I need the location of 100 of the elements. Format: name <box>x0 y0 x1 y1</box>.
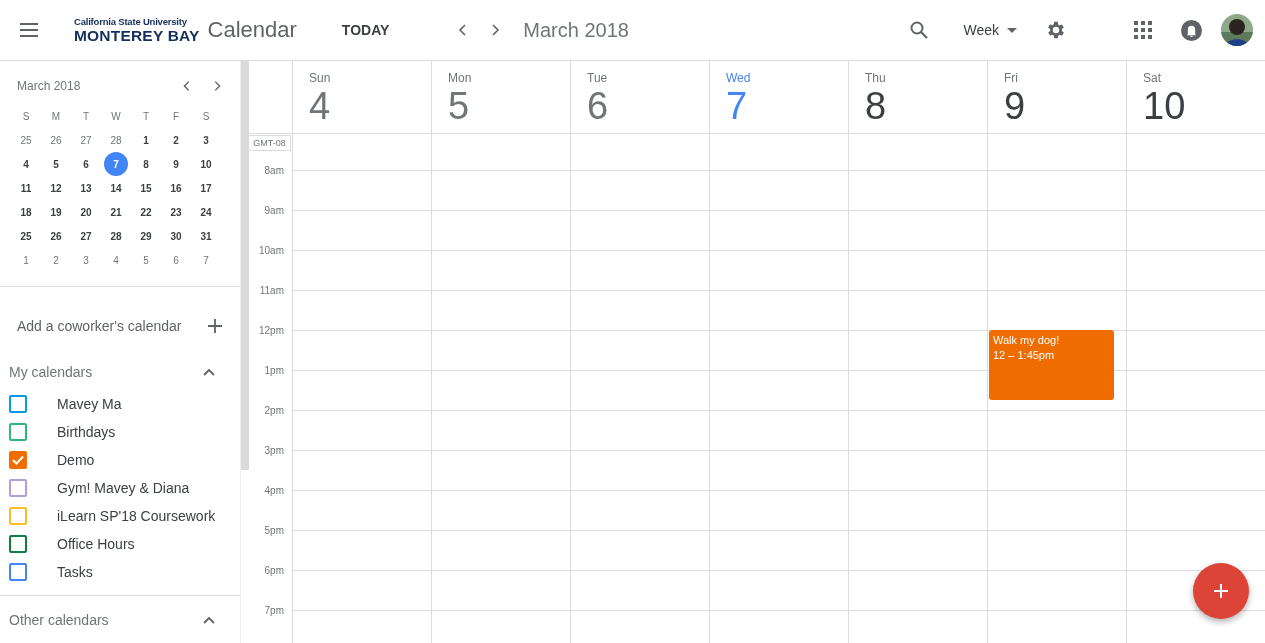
hour-label: 7pm <box>264 604 284 616</box>
hour-label: 2pm <box>264 404 284 416</box>
checkbox[interactable] <box>9 479 27 497</box>
day-number[interactable]: 4 <box>309 87 331 125</box>
mini-calendar-day[interactable]: 17 <box>194 176 218 200</box>
mini-calendar-day[interactable]: 27 <box>74 224 98 248</box>
mini-calendar-day[interactable]: 21 <box>104 200 128 224</box>
day-number[interactable]: 9 <box>1004 87 1026 125</box>
mini-calendar-day[interactable]: 7 <box>104 152 128 176</box>
mini-calendar-day[interactable]: 2 <box>164 128 188 152</box>
mini-calendar-day[interactable]: 13 <box>74 176 98 200</box>
checkbox[interactable] <box>9 535 27 553</box>
mini-calendar-day[interactable]: 10 <box>194 152 218 176</box>
hour-label: 11am <box>259 284 284 296</box>
mini-calendar-day[interactable]: 5 <box>44 152 68 176</box>
event-title: Walk my dog! <box>993 333 1061 348</box>
apps-grid-icon[interactable] <box>1134 21 1152 39</box>
mini-calendar-day[interactable]: 27 <box>74 128 98 152</box>
mini-calendar-day[interactable]: 23 <box>164 200 188 224</box>
mini-calendar-day[interactable]: 25 <box>14 224 38 248</box>
mini-calendar-day[interactable]: 3 <box>74 248 98 272</box>
mini-calendar-day[interactable]: 12 <box>44 176 68 200</box>
weekday-name: Thu <box>865 71 886 85</box>
hour-label: 4pm <box>264 484 284 496</box>
mini-calendar-day[interactable]: 19 <box>44 200 68 224</box>
view-dropdown[interactable]: Week <box>963 18 1017 42</box>
mini-calendar-day[interactable]: 28 <box>104 128 128 152</box>
weekday-label: F <box>171 109 181 124</box>
mini-calendar-day[interactable]: 24 <box>194 200 218 224</box>
mini-calendar-day[interactable]: 16 <box>164 176 188 200</box>
weekday-label: M <box>50 109 62 124</box>
mini-calendar-day[interactable]: 31 <box>194 224 218 248</box>
day-number[interactable]: 10 <box>1143 87 1186 125</box>
calendar-name: Birthdays <box>57 424 116 440</box>
mini-calendar-day[interactable]: 7 <box>194 248 218 272</box>
weekday-label: S <box>21 109 31 124</box>
mini-calendar-day[interactable]: 6 <box>164 248 188 272</box>
weekday-name: Fri <box>1004 71 1018 85</box>
checkbox[interactable] <box>9 507 27 525</box>
hour-label: 9am <box>264 204 284 216</box>
calendar-name: Office Hours <box>57 536 135 552</box>
mini-calendar-day[interactable]: 5 <box>134 248 158 272</box>
app-title: Calendar <box>207 17 297 43</box>
mini-calendar-title: March 2018 <box>17 79 82 93</box>
mini-calendar-day[interactable]: 1 <box>134 128 158 152</box>
checkbox[interactable] <box>9 395 27 413</box>
mini-calendar-day[interactable]: 28 <box>104 224 128 248</box>
checkbox[interactable] <box>9 423 27 441</box>
calendar-name: Gym! Mavey & Diana <box>57 480 190 496</box>
mini-calendar-day[interactable]: 4 <box>14 152 38 176</box>
mini-calendar-day[interactable]: 25 <box>14 128 38 152</box>
mini-calendar-day[interactable]: 6 <box>74 152 98 176</box>
mini-calendar-day[interactable]: 1 <box>14 248 38 272</box>
weekday-name: Tue <box>587 71 608 85</box>
checkbox[interactable] <box>9 563 27 581</box>
day-number[interactable]: 6 <box>587 87 609 125</box>
calendar-name: Tasks <box>57 564 93 580</box>
mini-calendar-day[interactable]: 26 <box>44 128 68 152</box>
mini-calendar-day[interactable]: 11 <box>14 176 38 200</box>
weekday-name: Wed <box>726 71 751 85</box>
mini-calendar-day[interactable]: 9 <box>164 152 188 176</box>
mini-calendar-day[interactable]: 3 <box>194 128 218 152</box>
weekday-label: S <box>201 109 211 124</box>
mini-calendar-day[interactable]: 4 <box>104 248 128 272</box>
calendar-name: Demo <box>57 452 95 468</box>
hour-label: 12pm <box>259 324 284 336</box>
day-number[interactable]: 7 <box>726 87 748 125</box>
section-header[interactable]: My calendars <box>0 354 240 390</box>
weekday-name: Sat <box>1143 71 1161 85</box>
hour-label: 8am <box>264 164 284 176</box>
mini-calendar-day[interactable]: 30 <box>164 224 188 248</box>
settings-icon[interactable] <box>1045 19 1067 41</box>
mini-calendar-day[interactable]: 8 <box>134 152 158 176</box>
today-button[interactable]: TODAY <box>339 16 392 44</box>
plus-icon <box>1213 583 1229 599</box>
hour-label: 10am <box>259 244 284 256</box>
avatar[interactable] <box>1221 14 1253 46</box>
checkbox[interactable] <box>9 451 27 469</box>
logo-text: MONTEREY BAY <box>74 28 200 44</box>
mini-calendar-day[interactable]: 26 <box>44 224 68 248</box>
day-number[interactable]: 5 <box>448 87 470 125</box>
mini-calendar-day[interactable]: 29 <box>134 224 158 248</box>
create-button[interactable] <box>1193 563 1249 619</box>
add-calendar-field[interactable]: Add a coworker's calendar <box>17 318 208 334</box>
dropdown-caret-icon <box>1007 27 1017 33</box>
plus-icon[interactable] <box>208 319 222 333</box>
notifications-icon[interactable] <box>1181 19 1202 41</box>
hour-label: 1pm <box>264 364 284 376</box>
mini-calendar-day[interactable]: 14 <box>104 176 128 200</box>
mini-calendar-day[interactable]: 20 <box>74 200 98 224</box>
day-number[interactable]: 8 <box>865 87 887 125</box>
mini-calendar-day[interactable]: 15 <box>134 176 158 200</box>
scrollbar-thumb[interactable] <box>241 61 249 470</box>
timezone-label: GMT-08 <box>249 135 291 151</box>
section-header[interactable]: Other calendars <box>0 602 240 638</box>
weekday-label: T <box>81 109 91 124</box>
mini-calendar-day[interactable]: 22 <box>134 200 158 224</box>
mini-calendar-day[interactable]: 2 <box>44 248 68 272</box>
mini-calendar-day[interactable]: 18 <box>14 200 38 224</box>
hour-label: 3pm <box>264 444 284 456</box>
